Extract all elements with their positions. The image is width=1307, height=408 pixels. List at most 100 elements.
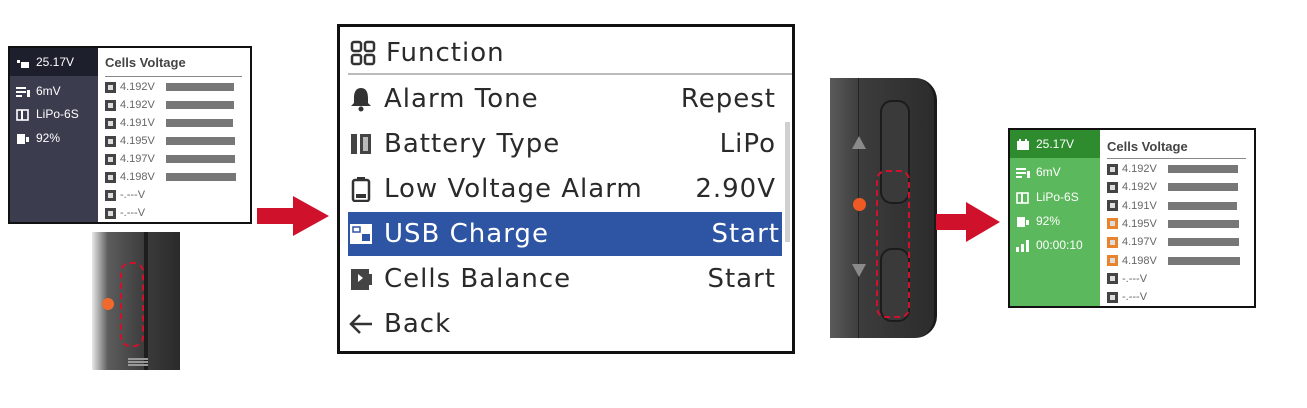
voltage-value: 25.17V xyxy=(36,55,75,69)
bell-icon xyxy=(348,86,374,112)
balance-icon xyxy=(348,266,374,292)
title-divider xyxy=(1107,158,1246,159)
percent-value: 92% xyxy=(36,131,61,145)
cell-row: 4.198V xyxy=(105,171,236,183)
cell-index-icon xyxy=(105,117,116,129)
menu-item-label: Battery Type xyxy=(384,129,561,159)
left-device-photo xyxy=(92,232,180,370)
cell-voltage-value: 4.198V xyxy=(1122,254,1157,267)
cell-row: -.---V xyxy=(1107,291,1168,303)
menu-item-low-voltage-alarm[interactable]: Low Voltage Alarm 2.90V xyxy=(348,167,778,211)
cells-voltage-title: Cells Voltage xyxy=(105,55,186,70)
up-button-slot xyxy=(120,262,144,347)
menu-item-value: 2.90V xyxy=(695,174,776,204)
right-device-screen: 25.17V 6mV LiPo-6S 92% 00:00:10 Cells Vo… xyxy=(1008,128,1256,308)
cells-voltage-title: Cells Voltage xyxy=(1107,139,1188,154)
cell-row: 4.192V xyxy=(1107,181,1238,193)
cell-row: 4.192V xyxy=(105,81,234,93)
center-button[interactable] xyxy=(102,298,114,310)
voltage-status: 25.17V xyxy=(16,55,74,69)
up-arrow-icon xyxy=(852,136,866,149)
battery-pack-icon xyxy=(1016,192,1030,204)
center-button[interactable] xyxy=(853,198,866,211)
battery-type-status: LiPo-6S xyxy=(1016,190,1079,204)
menu-item-label: Low Voltage Alarm xyxy=(384,174,643,204)
voltage-status: 25.17V xyxy=(1016,137,1074,151)
cell-row: 4.197V xyxy=(1107,236,1239,248)
cell-index-icon xyxy=(105,189,116,201)
cell-index-icon xyxy=(105,81,116,93)
menu-header: Function xyxy=(350,33,505,73)
button-highlight xyxy=(876,170,910,318)
low-battery-icon xyxy=(348,176,374,203)
battery-type-value: LiPo-6S xyxy=(36,107,79,121)
cell-row: -.---V xyxy=(105,207,166,219)
menu-item-value: Start xyxy=(707,264,776,294)
percent-value: 92% xyxy=(1036,214,1061,228)
menu-title: Function xyxy=(386,38,505,68)
cell-row: 4.198V xyxy=(1107,255,1240,267)
device-edge xyxy=(144,232,148,370)
timer-status: 00:00:10 xyxy=(1016,238,1083,252)
cell-voltage-value: 4.197V xyxy=(1122,236,1157,249)
signal-bars-icon xyxy=(1016,240,1030,252)
battery-type-icon xyxy=(348,131,374,157)
cell-index-icon xyxy=(1107,218,1118,230)
cell-voltage-bar xyxy=(166,173,236,181)
cell-voltage-bar xyxy=(166,155,235,163)
cell-index-icon xyxy=(105,171,116,183)
resistance-status: 6mV xyxy=(16,84,61,98)
header-divider xyxy=(348,73,792,75)
cell-voltage-bar xyxy=(1168,165,1238,173)
fuel-icon xyxy=(16,133,30,144)
menu-icon xyxy=(128,358,148,360)
charge-icon xyxy=(16,57,30,68)
menu-item-value: Start xyxy=(711,219,780,249)
cell-voltage-value: 4.192V xyxy=(1122,181,1157,194)
cell-row: 4.197V xyxy=(105,153,235,165)
flow-arrow-2 xyxy=(936,202,1000,242)
resistance-icon xyxy=(16,86,30,97)
resistance-icon xyxy=(1016,167,1030,178)
battery-pack-icon xyxy=(16,109,30,121)
menu-item-alarm-tone[interactable]: Alarm Tone Repest xyxy=(348,77,778,121)
status-sidebar: 25.17V 6mV LiPo-6S 92% xyxy=(10,48,98,222)
status-sidebar: 25.17V 6mV LiPo-6S 92% 00:00:10 xyxy=(1010,130,1100,306)
menu-item-cells-balance[interactable]: Cells Balance Start xyxy=(348,257,778,301)
resistance-value: 6mV xyxy=(1036,165,1061,179)
cell-row: -.---V xyxy=(1107,273,1168,285)
cell-index-icon xyxy=(1107,291,1118,303)
left-device-screen: 25.17V 6mV LiPo-6S 92% Cells Voltage 4.1… xyxy=(8,46,252,224)
cell-index-icon xyxy=(1107,236,1118,248)
cell-voltage-value: -.---V xyxy=(120,207,146,219)
cell-index-icon xyxy=(105,99,116,111)
cell-row: 4.195V xyxy=(1107,218,1239,230)
cell-index-icon xyxy=(105,135,116,147)
cell-row: -.---V xyxy=(105,189,166,201)
cell-voltage-bar xyxy=(166,119,233,127)
menu-item-label: Alarm Tone xyxy=(384,84,539,114)
cell-index-icon xyxy=(105,207,116,219)
menu-item-battery-type[interactable]: Battery Type LiPo xyxy=(348,122,778,166)
menu-item-label: USB Charge xyxy=(384,219,549,249)
cell-voltage-bar xyxy=(1168,201,1237,210)
battery-type-status: LiPo-6S xyxy=(16,107,79,121)
cell-row: 4.195V xyxy=(105,135,235,147)
menu-item-usb-charge[interactable]: USB Charge Start xyxy=(348,212,782,256)
cell-voltage-bar xyxy=(1168,183,1238,192)
cell-index-icon xyxy=(1107,163,1118,175)
percent-status: 92% xyxy=(16,131,60,145)
percent-status: 92% xyxy=(1016,214,1060,228)
cell-index-icon xyxy=(1107,200,1118,212)
title-divider xyxy=(105,76,242,77)
cell-index-icon xyxy=(1107,181,1118,193)
function-grid-icon xyxy=(350,40,376,66)
resistance-value: 6mV xyxy=(36,84,61,98)
cell-voltage-bar xyxy=(1168,238,1239,247)
menu-item-back[interactable]: Back xyxy=(348,302,778,346)
battery-type-value: LiPo-6S xyxy=(1036,190,1079,204)
menu-scrollbar[interactable] xyxy=(785,122,790,242)
resistance-status: 6mV xyxy=(1016,165,1061,179)
cell-voltage-value: -.---V xyxy=(1122,272,1148,285)
cell-voltage-value: 4.192V xyxy=(120,99,155,111)
